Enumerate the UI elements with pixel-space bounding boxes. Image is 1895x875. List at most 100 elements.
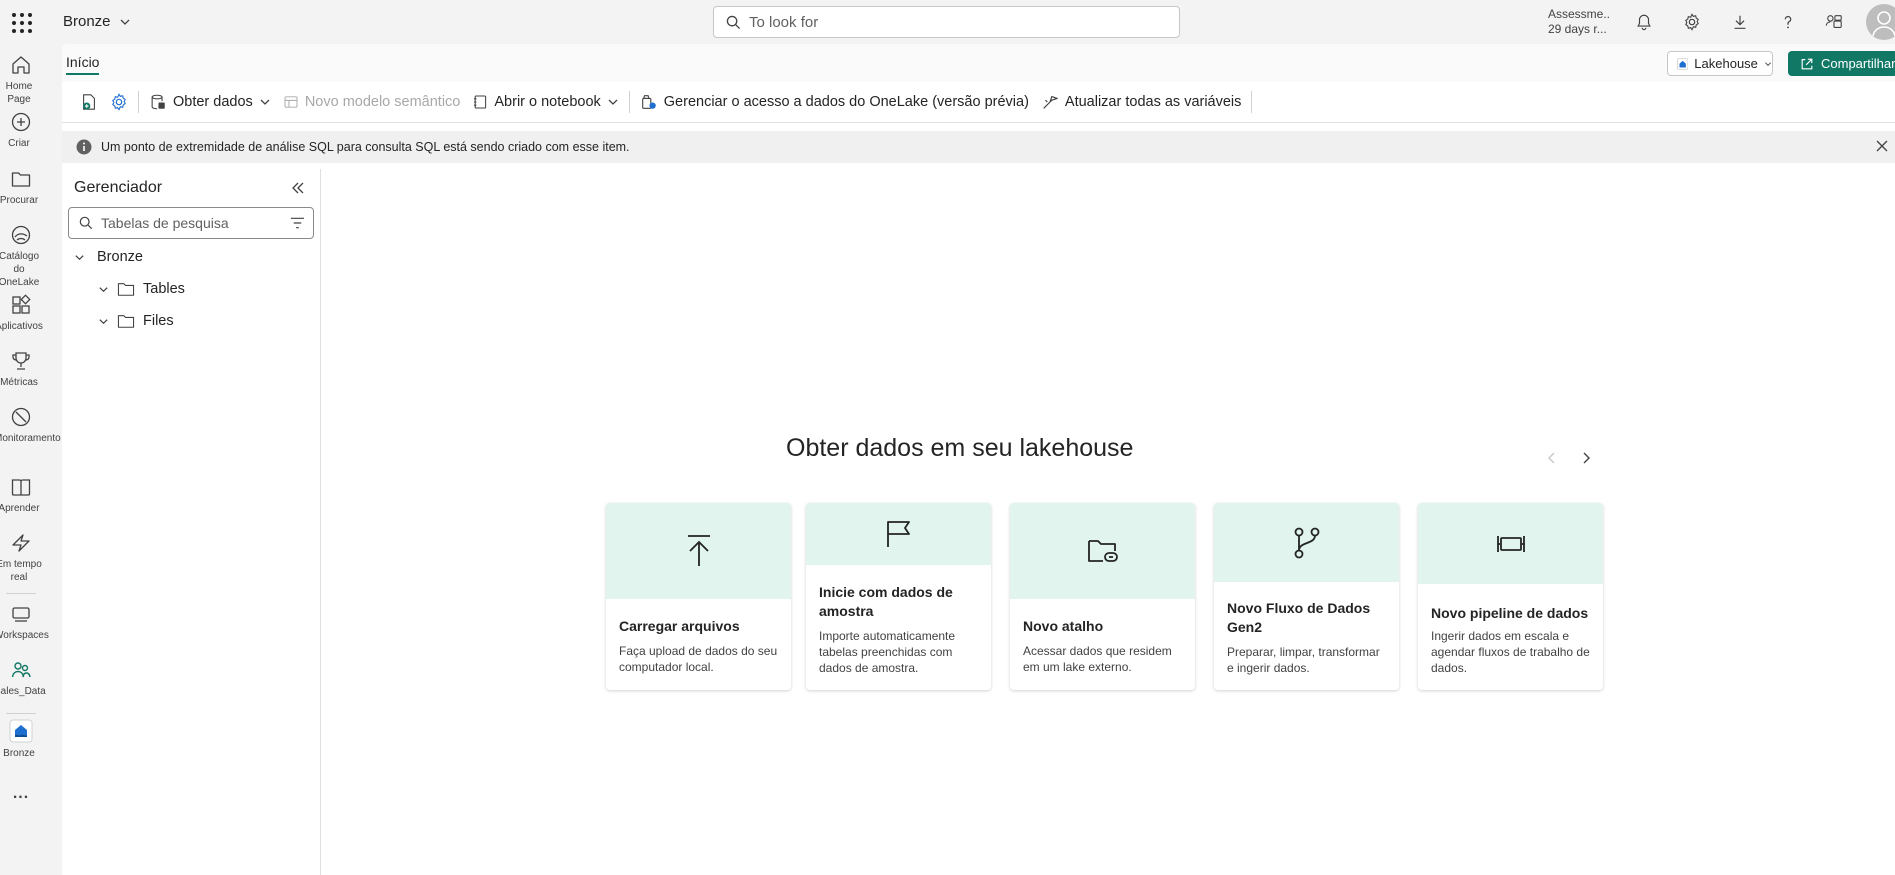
card-title: Inicie com dados de amostra — [819, 584, 953, 619]
tree-node-label: Bronze — [97, 249, 143, 265]
app-launcher-icon[interactable] — [10, 11, 32, 33]
rail-label: Bronze — [3, 748, 35, 759]
tree-node-files[interactable]: Files — [98, 313, 174, 329]
rail-item-metrics[interactable]: Métricas — [0, 350, 42, 389]
more-icon: ... — [12, 785, 30, 802]
flag-icon — [886, 521, 910, 547]
feedback-icon[interactable] — [1823, 11, 1845, 33]
rail-item-learn[interactable]: Aprender — [0, 476, 42, 515]
card-hero — [606, 503, 791, 599]
collapse-pane-icon[interactable] — [291, 181, 305, 195]
global-search-input[interactable] — [749, 13, 1149, 31]
rail-item-realtime[interactable]: Em tempo real — [0, 532, 42, 584]
card-new-pipeline[interactable]: Novo pipeline de dados Ingerir dados em … — [1418, 503, 1603, 690]
rail-label: Métricas — [0, 377, 38, 388]
manage-onelake-access-label: Gerenciar o acesso a dados do OneLake (v… — [663, 94, 1029, 110]
rail-item-monitoring[interactable]: Monitoramento — [0, 406, 61, 445]
help-icon[interactable] — [1777, 11, 1799, 33]
lightning-icon — [12, 534, 30, 552]
upload-icon — [687, 535, 710, 566]
notebook-icon — [474, 95, 487, 109]
table-search[interactable] — [68, 207, 314, 239]
card-title: Novo pipeline de dados — [1431, 605, 1589, 621]
tree-node-tables[interactable]: Tables — [98, 281, 185, 297]
toolbar-divider — [628, 91, 630, 113]
folder-icon — [11, 172, 31, 187]
rail-item-bronze[interactable]: Bronze — [0, 719, 42, 760]
rail-divider — [6, 713, 36, 714]
close-icon[interactable] — [1875, 139, 1889, 153]
rail-more-button[interactable]: ... — [0, 785, 42, 803]
trial-status[interactable]: Assessme... 29 days r... — [1548, 7, 1610, 37]
toolbar-divider — [138, 91, 139, 113]
trial-days: 29 days r... — [1548, 22, 1607, 36]
rail-item-create[interactable]: Criar — [0, 111, 42, 150]
card-upload-files[interactable]: Carregar arquivos Faça upload de dados d… — [606, 503, 791, 690]
get-data-button[interactable]: Obter dados — [143, 87, 277, 117]
card-description: Acessar dados que residem em um lake ext… — [1023, 644, 1172, 674]
rail-item-onelake[interactable]: Catálogo do OneLake — [0, 224, 42, 289]
apps-icon — [12, 294, 31, 314]
card-description: Preparar, limpar, transformar e ingerir … — [1227, 645, 1380, 675]
download-icon[interactable] — [1729, 11, 1751, 33]
table-search-input[interactable] — [101, 215, 281, 231]
lakehouse-mode-label: Lakehouse — [1694, 56, 1758, 71]
chevron-down-icon — [608, 99, 618, 105]
share-label: Compartilhar — [1821, 56, 1895, 71]
filter-icon[interactable] — [290, 216, 305, 230]
open-notebook-button[interactable]: Abrir o notebook — [466, 87, 624, 117]
chevron-down-icon — [260, 99, 270, 105]
carousel-next-icon[interactable] — [1579, 451, 1593, 465]
rail-label: Procurar — [0, 195, 39, 206]
rail-label: Em tempo real — [0, 559, 42, 583]
lakehouse-icon — [9, 719, 33, 743]
card-hero — [1418, 503, 1603, 584]
card-hero — [1010, 503, 1195, 599]
card-new-shortcut[interactable]: Novo atalho Acessar dados que residem em… — [1010, 503, 1195, 690]
book-icon — [11, 479, 31, 496]
card-new-dataflow[interactable]: Novo Fluxo de Dados Gen2 Preparar, limpa… — [1214, 503, 1399, 690]
rail-item-apps[interactable]: Aplicativos — [0, 294, 43, 333]
workspaces-icon — [12, 607, 30, 622]
bell-icon[interactable] — [1633, 11, 1655, 33]
rail-item-home[interactable]: Home Page — [0, 54, 42, 106]
card-title: Novo atalho — [1023, 618, 1104, 634]
rail-label: Sales_Data — [0, 686, 46, 697]
gear-icon — [112, 93, 126, 111]
chevron-down-icon — [1764, 61, 1771, 66]
lakehouse-mode-dropdown[interactable]: Lakehouse — [1667, 51, 1773, 76]
rail-label: Workspaces — [0, 630, 49, 641]
folder-icon — [117, 315, 135, 328]
card-description: Faça upload de dados do seu computador l… — [619, 644, 778, 674]
settings-button[interactable] — [104, 87, 134, 117]
refresh-all-button[interactable]: Atualizar todas as variáveis — [1035, 87, 1248, 117]
tab-home[interactable]: Início — [66, 54, 100, 75]
rail-item-sales-data[interactable]: Sales_Data — [0, 659, 46, 698]
folder-icon — [117, 283, 135, 296]
rail-label: Criar — [8, 138, 30, 149]
card-title: Novo Fluxo de Dados Gen2 — [1227, 600, 1371, 635]
chevron-down-icon — [99, 286, 108, 292]
card-title: Carregar arquivos — [619, 618, 740, 634]
share-button[interactable]: Compartilhar — [1788, 51, 1895, 76]
tree-node-bronze[interactable]: Bronze — [74, 249, 143, 265]
avatar[interactable] — [1866, 4, 1895, 40]
manage-onelake-access-button[interactable]: Gerenciar o acesso a dados do OneLake (v… — [634, 87, 1035, 117]
workspace-switcher[interactable]: Bronze — [63, 13, 131, 30]
gear-icon[interactable] — [1681, 11, 1703, 33]
global-search[interactable] — [713, 6, 1180, 38]
new-semantic-model-button[interactable]: Novo modelo semântico — [277, 87, 467, 117]
rail-item-browse[interactable]: Procurar — [0, 168, 42, 207]
new-item-button[interactable] — [74, 87, 104, 117]
info-banner: Um ponto de extremidade de análise SQL p… — [62, 131, 1895, 163]
explorer-title: Gerenciador — [74, 179, 163, 196]
monitor-icon — [11, 407, 31, 427]
carousel-prev-icon[interactable] — [1545, 451, 1559, 465]
get-data-label: Obter dados — [173, 94, 253, 110]
search-icon — [79, 216, 93, 230]
ribbon-toolbar: Obter dados Novo modelo semântico Abrir … — [62, 82, 1895, 123]
share-icon — [1801, 58, 1813, 69]
rail-item-workspaces[interactable]: Workspaces — [0, 603, 49, 642]
refresh-all-label: Atualizar todas as variáveis — [1064, 94, 1242, 110]
card-sample-data[interactable]: Inicie com dados de amostra Importe auto… — [806, 503, 991, 690]
